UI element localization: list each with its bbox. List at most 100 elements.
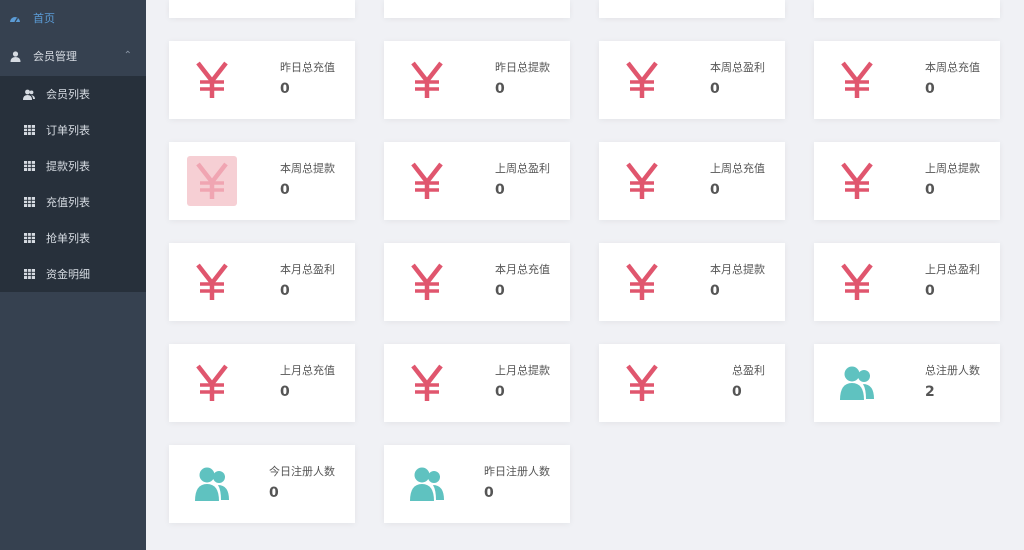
grid-icon [23, 268, 35, 280]
stat-card: 今日注册人数 0 [169, 445, 355, 523]
yen-icon [617, 358, 667, 408]
stat-value: 0 [925, 81, 935, 97]
stat-card: 上月总盈利 0 [814, 243, 1000, 321]
nav-home-label: 首页 [33, 12, 55, 25]
yen-icon [832, 55, 882, 105]
stat-label: 本周总盈利 [710, 61, 765, 74]
stat-label: 上周总提款 [925, 162, 980, 175]
users-icon [402, 459, 452, 509]
stat-card: 总盈利 0 [599, 344, 785, 422]
sidebar-item-4[interactable]: 抢单列表 [0, 220, 146, 256]
main-content: 昨日总充值 0 昨日总提款 0 本周总盈利 0 本周总充值 0 本周总提款 0 上周总盈利 0 上周总充… [146, 0, 1024, 550]
stat-value: 0 [495, 384, 505, 400]
stat-value: 0 [495, 182, 505, 198]
nav-home[interactable]: 首页 [0, 0, 146, 36]
stat-value: 0 [710, 182, 720, 198]
stat-card: 本周总充值 0 [814, 41, 1000, 119]
nav-group-label: 会员管理 [33, 50, 77, 63]
stat-label: 本周总提款 [280, 162, 335, 175]
grid-icon [23, 232, 35, 244]
yen-icon [187, 156, 237, 206]
stat-label: 上月总提款 [495, 364, 550, 377]
sidebar-item-label: 抢单列表 [46, 232, 90, 245]
stat-value: 0 [732, 384, 742, 400]
stat-card: 上月总充值 0 [169, 344, 355, 422]
stat-card-partial [599, 0, 785, 18]
stat-value: 0 [269, 485, 279, 501]
stat-label: 本月总盈利 [280, 263, 335, 276]
grid-icon [23, 160, 35, 172]
stat-card: 上周总盈利 0 [384, 142, 570, 220]
yen-icon [187, 257, 237, 307]
sidebar-item-label: 订单列表 [46, 124, 90, 137]
yen-icon [402, 156, 452, 206]
sidebar-item-label: 提款列表 [46, 160, 90, 173]
user-icon [9, 50, 21, 62]
stat-value: 0 [280, 283, 290, 299]
stat-label: 总注册人数 [925, 364, 980, 377]
stat-card: 上周总提款 0 [814, 142, 1000, 220]
yen-icon [617, 55, 667, 105]
stat-value: 0 [925, 182, 935, 198]
stat-label: 昨日总充值 [280, 61, 335, 74]
stat-label: 本月总充值 [495, 263, 550, 276]
stat-card: 本月总盈利 0 [169, 243, 355, 321]
yen-icon [402, 257, 452, 307]
stat-card-partial [169, 0, 355, 18]
stat-label: 本月总提款 [710, 263, 765, 276]
stat-value: 2 [925, 384, 935, 400]
stat-value: 0 [710, 283, 720, 299]
nav-group-member-management[interactable]: 会员管理 ⌃ [0, 36, 146, 76]
yen-icon [402, 358, 452, 408]
sidebar-item-0[interactable]: 会员列表 [0, 76, 146, 112]
yen-icon [617, 156, 667, 206]
users-icon [832, 358, 882, 408]
stat-card: 本月总充值 0 [384, 243, 570, 321]
users-icon [23, 88, 35, 100]
stat-label: 本周总充值 [925, 61, 980, 74]
yen-icon [187, 358, 237, 408]
stat-value: 0 [280, 81, 290, 97]
stat-label: 上周总盈利 [495, 162, 550, 175]
stat-card-partial [814, 0, 1000, 18]
users-icon [187, 459, 237, 509]
subnav: 会员列表订单列表提款列表充值列表抢单列表资金明细 [0, 76, 146, 292]
stat-card: 上周总充值 0 [599, 142, 785, 220]
stat-label: 上月总充值 [280, 364, 335, 377]
stat-label: 今日注册人数 [269, 465, 335, 478]
chevron-up-icon: ⌃ [123, 50, 132, 61]
sidebar-item-label: 会员列表 [46, 88, 90, 101]
stat-value: 0 [280, 182, 290, 198]
stat-card-partial [384, 0, 570, 18]
sidebar-item-label: 充值列表 [46, 196, 90, 209]
stat-card: 昨日注册人数 0 [384, 445, 570, 523]
stat-card: 上月总提款 0 [384, 344, 570, 422]
stat-label: 昨日总提款 [495, 61, 550, 74]
yen-icon [617, 257, 667, 307]
stat-card: 昨日总充值 0 [169, 41, 355, 119]
stat-card: 本月总提款 0 [599, 243, 785, 321]
stat-label: 昨日注册人数 [484, 465, 550, 478]
sidebar-item-1[interactable]: 订单列表 [0, 112, 146, 148]
dashboard-icon [9, 13, 21, 23]
yen-icon [832, 257, 882, 307]
sidebar-item-5[interactable]: 资金明细 [0, 256, 146, 292]
sidebar-item-3[interactable]: 充值列表 [0, 184, 146, 220]
grid-icon [23, 196, 35, 208]
yen-icon [187, 55, 237, 105]
yen-icon [402, 55, 452, 105]
sidebar-item-label: 资金明细 [46, 268, 90, 281]
stat-value: 0 [925, 283, 935, 299]
sidebar-item-2[interactable]: 提款列表 [0, 148, 146, 184]
stat-value: 0 [710, 81, 720, 97]
sidebar: 首页 会员管理 ⌃ 会员列表订单列表提款列表充值列表抢单列表资金明细 [0, 0, 146, 550]
stat-card: 总注册人数 2 [814, 344, 1000, 422]
stat-label: 上月总盈利 [925, 263, 980, 276]
stat-card: 本周总提款 0 [169, 142, 355, 220]
stat-card: 昨日总提款 0 [384, 41, 570, 119]
stat-label: 上周总充值 [710, 162, 765, 175]
stat-value: 0 [495, 283, 505, 299]
grid-icon [23, 124, 35, 136]
yen-icon [832, 156, 882, 206]
stat-label: 总盈利 [732, 364, 765, 377]
